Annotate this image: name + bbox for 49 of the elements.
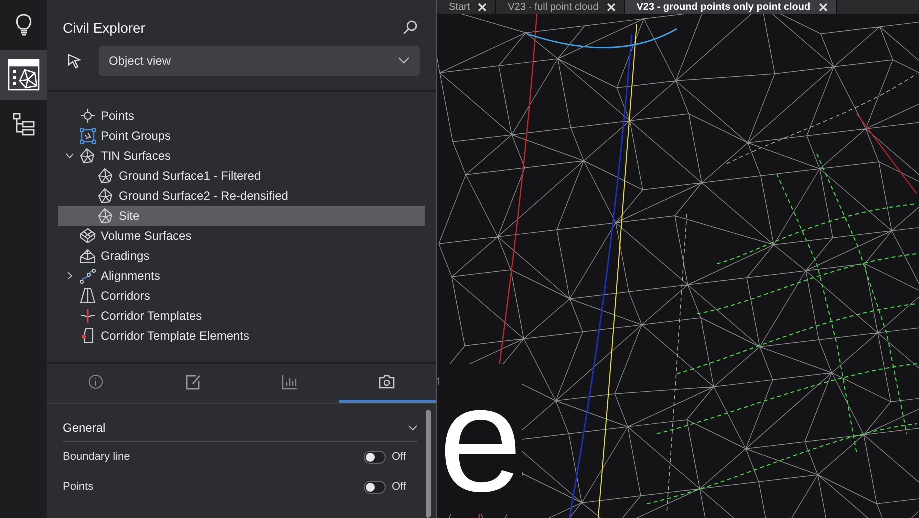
bar-chart-icon [282,374,298,390]
tree-item[interactable]: TIN Surfaces [58,146,425,166]
tree-item[interactable]: Ground Surface2 - Re-densified [58,186,425,206]
cursor-arrow-icon [67,53,83,69]
property-label: Points [63,481,95,493]
close-icon [478,2,488,12]
chevron-down-icon [398,57,410,65]
tree-item[interactable]: Volume Surfaces [58,226,425,246]
document-tab[interactable]: Start [437,0,496,14]
property-label: Boundary line [63,451,132,463]
curve-path-icon [80,268,96,284]
tree-item[interactable]: Corridor Template Elements [58,326,425,346]
view-dropdown[interactable]: Object view [99,46,420,76]
grading-icon [80,248,96,264]
section-title: General [63,420,106,434]
search-icon [402,20,418,36]
tree-view-icon [12,112,36,138]
point-group-icon [80,128,96,144]
scrollbar[interactable] [426,410,431,518]
tree-item[interactable]: Site [58,206,425,226]
tree-item[interactable]: Gradings [58,246,425,266]
tree-item[interactable]: Points [58,106,425,126]
tree-item[interactable]: Corridor Templates [58,306,425,326]
tin-surface-icon [98,188,114,204]
tin-surface-icon [80,148,96,164]
edit-icon [184,374,201,390]
crosshair-point-icon [80,108,96,124]
toggle-switch[interactable] [364,480,386,494]
tin-surface-icon [98,208,114,224]
tree-item[interactable]: Corridors [58,286,425,306]
tree-item[interactable]: Alignments [58,266,425,286]
tree-item[interactable]: Ground Surface1 - Filtered [58,166,425,186]
tree-item[interactable]: Point Groups [58,126,425,146]
close-icon [818,2,828,12]
surface-panel-icon [8,59,40,91]
panel-title: Civil Explorer [63,20,146,36]
camera-icon [379,374,396,390]
drawing-text: e [439,364,522,514]
corridor-template-icon [80,308,96,324]
volume-surface-icon [80,228,96,244]
document-tab[interactable]: V23 - ground points only point cloud [624,0,837,14]
tin-surface-icon [98,168,114,184]
info-icon [88,374,104,390]
toggle-switch[interactable] [364,450,386,464]
template-element-icon [80,328,96,344]
corridor-icon [80,288,96,304]
toggle-state: Off [392,481,408,493]
close-icon [606,2,616,12]
toggle-state: Off [392,451,408,463]
